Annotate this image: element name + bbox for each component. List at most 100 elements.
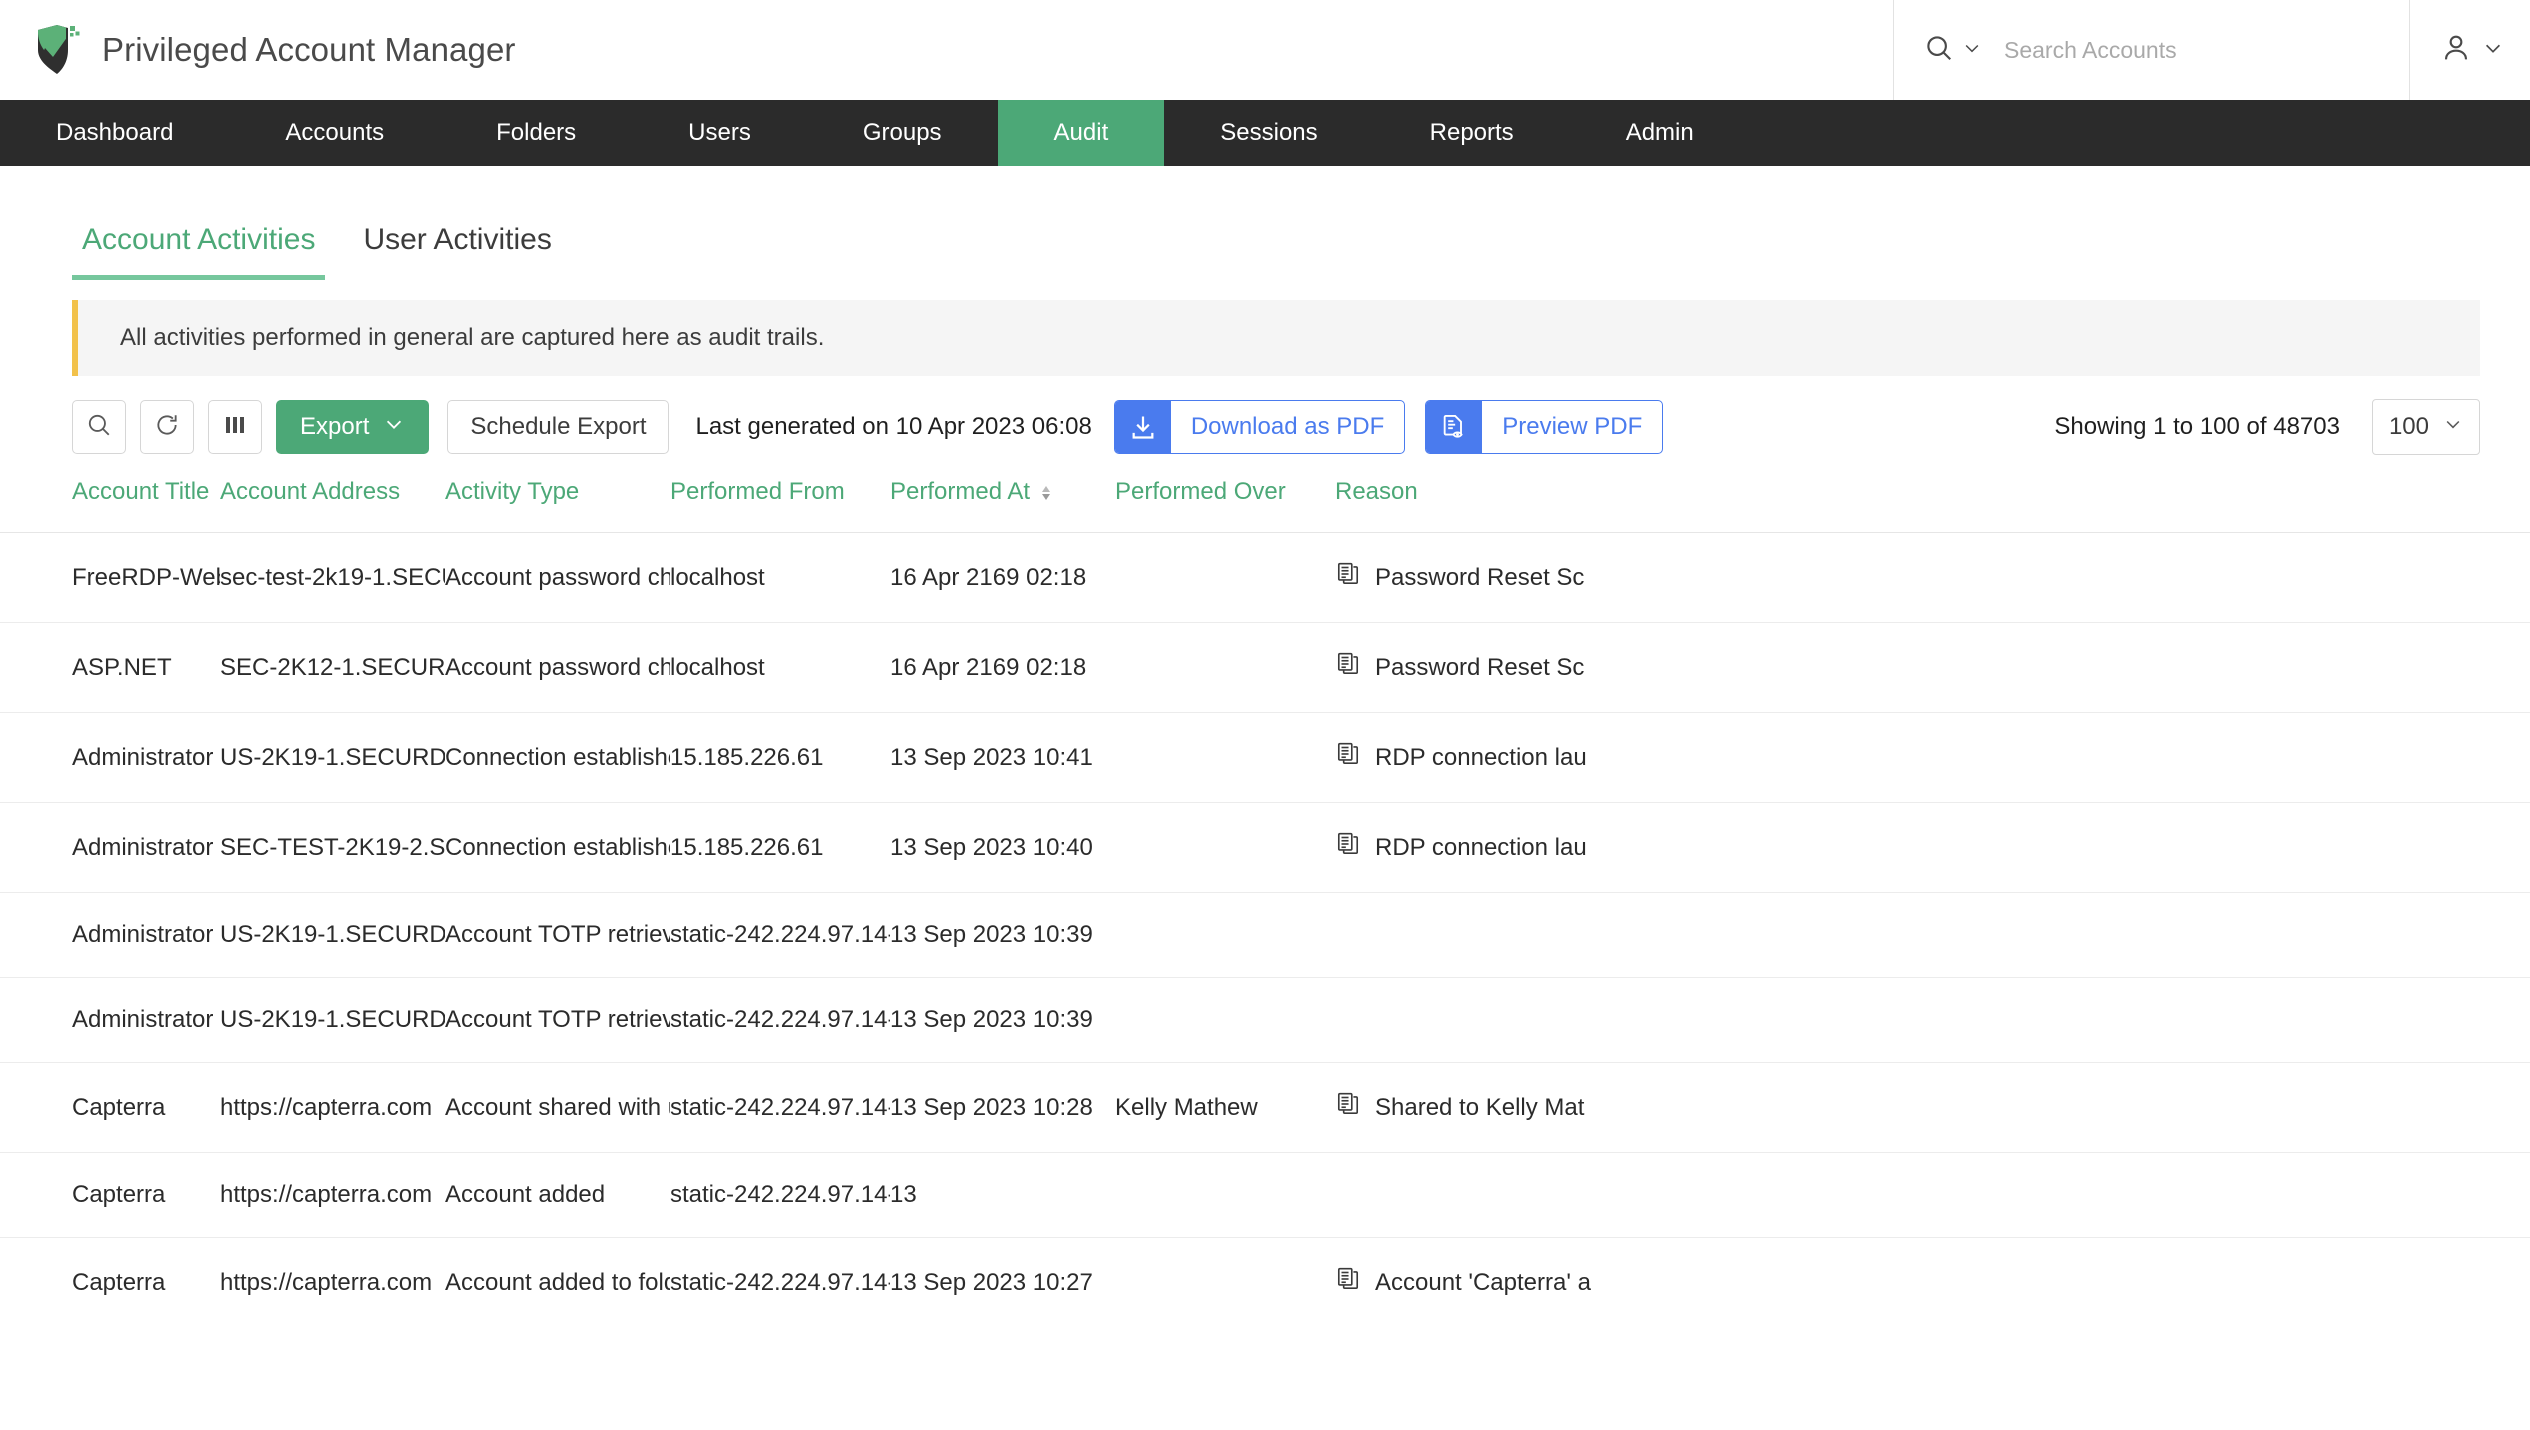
- audit-table-container: Account Title Account Address Activity Typ…: [0, 452, 2530, 1327]
- column-header-performed-from[interactable]: Performed From: [670, 478, 890, 533]
- cell-reason: [1335, 1152, 2530, 1238]
- column-header-activity-type[interactable]: Activity Type: [445, 478, 670, 533]
- search-scope-selector[interactable]: [1924, 33, 1982, 68]
- copy-icon[interactable]: [1335, 651, 1361, 684]
- cell-performed-from: localhost: [670, 532, 890, 623]
- cell-account-title: Administrator: [0, 712, 220, 803]
- nav-item-sessions[interactable]: Sessions: [1164, 100, 1373, 166]
- reason-cell: Shared to Kelly Mat: [1335, 1091, 2518, 1124]
- copy-icon[interactable]: [1335, 1266, 1361, 1299]
- copy-icon[interactable]: [1335, 741, 1361, 774]
- reason-text: Account 'Capterra' a: [1375, 1268, 1591, 1296]
- cell-account-title: Administrator: [0, 802, 220, 893]
- cell-performed-at: 13 Sep 2023 10:27: [890, 1237, 1115, 1327]
- search-zone: [1893, 0, 2409, 100]
- cell-performed-from: 15.185.226.61: [670, 802, 890, 893]
- copy-icon[interactable]: [1335, 831, 1361, 864]
- nav-item-admin[interactable]: Admin: [1570, 100, 1750, 166]
- user-menu[interactable]: [2409, 0, 2530, 100]
- chevron-down-icon: [2443, 413, 2463, 441]
- export-button[interactable]: Export: [276, 400, 430, 454]
- reason-cell: Password Reset Sc: [1335, 561, 2518, 594]
- column-header-performed-at[interactable]: Performed At: [890, 478, 1115, 533]
- refresh-button[interactable]: [140, 400, 194, 454]
- table-toolbar: Export Schedule Export Last generated on…: [0, 376, 2530, 455]
- column-header-label: Performed From: [670, 478, 845, 505]
- table-row[interactable]: Capterra https://capterra.com Account adde…: [0, 1237, 2530, 1327]
- info-banner-text: All activities performed in general are …: [120, 324, 825, 351]
- cell-account-address: SEC-TEST-2K19-2.SECURDE...: [220, 802, 445, 893]
- nav-item-dashboard[interactable]: Dashboard: [0, 100, 229, 166]
- reason-text: Password Reset Sc: [1375, 563, 1585, 591]
- cell-performed-over: Kelly Mathew: [1115, 1062, 1335, 1153]
- table-row[interactable]: ASP.NETSEC-2K12-1.SECURDEN.AWS...Account…: [0, 622, 2530, 713]
- nav-item-groups[interactable]: Groups: [807, 100, 998, 166]
- nav-item-reports[interactable]: Reports: [1374, 100, 1570, 166]
- copy-icon[interactable]: [1335, 561, 1361, 594]
- cell-account-address: US-2K19-1.SECURDEN.AWS....: [220, 712, 445, 803]
- cell-performed-from: static-242.224.97.14-tataidc....: [670, 892, 890, 978]
- page-size-select[interactable]: 100: [2371, 399, 2480, 455]
- cell-account-title: ASP.NET: [0, 622, 220, 713]
- column-header-reason[interactable]: Reason: [1335, 478, 2530, 533]
- cell-performed-from: static-242.224.97.14-tataidc....: [670, 1062, 890, 1153]
- cell-activity-type: Connection established: [445, 802, 670, 893]
- cell-activity-type: Account password change fa...: [445, 532, 670, 623]
- cell-performed-at: 13 Sep 2023 10:41: [890, 712, 1115, 803]
- audit-table: Account Title Account Address Activity Typ…: [0, 478, 2530, 1327]
- column-header-label: Account Title: [72, 478, 210, 505]
- cell-account-address: US-2K19-1.SECURDEN.AWS....: [220, 892, 445, 978]
- reason-text: RDP connection lau: [1375, 833, 1587, 861]
- info-banner: All activities performed in general are …: [72, 300, 2480, 376]
- table-row[interactable]: AdministratorSEC-TEST-2K19-2.SECURDE...C…: [0, 802, 2530, 893]
- cell-account-title: Capterra: [0, 1152, 220, 1238]
- cell-activity-type: Account added to folder: [445, 1237, 670, 1327]
- cell-performed-at: 13 Sep 2023 10:40: [890, 802, 1115, 893]
- main-navigation: Dashboard Accounts Folders Users Groups Audit…: [0, 100, 2530, 166]
- cell-account-address: sec-test-2k19-1.SECURDEN....: [220, 532, 445, 623]
- refresh-icon: [154, 412, 180, 443]
- cell-performed-over: [1115, 1152, 1335, 1238]
- download-as-pdf-button[interactable]: Download as PDF: [1113, 400, 1406, 454]
- column-header-label: Activity Type: [445, 478, 580, 505]
- reason-text: RDP connection lau: [1375, 743, 1587, 771]
- table-row[interactable]: AdministratorUS-2K19-1.SECURDEN.AWS....A…: [0, 892, 2530, 978]
- reason-text: Password Reset Sc: [1375, 653, 1585, 681]
- cell-account-title: Capterra: [0, 1237, 220, 1327]
- column-header-label: Performed At: [890, 478, 1031, 505]
- preview-pdf-button[interactable]: Preview PDF: [1425, 400, 1664, 454]
- reason-cell: RDP connection lau: [1335, 741, 2518, 774]
- table-row[interactable]: AdministratorUS-2K19-1.SECURDEN.AWS....A…: [0, 977, 2530, 1063]
- tab-user-activities[interactable]: User Activities: [353, 223, 561, 280]
- nav-item-accounts[interactable]: Accounts: [229, 100, 440, 166]
- download-as-pdf-label: Download as PDF: [1190, 413, 1385, 440]
- copy-icon[interactable]: [1335, 1091, 1361, 1124]
- columns-button[interactable]: [208, 400, 262, 454]
- sort-arrows-icon[interactable]: [1030, 478, 1054, 505]
- table-row[interactable]: AdministratorUS-2K19-1.SECURDEN.AWS....C…: [0, 712, 2530, 803]
- cell-activity-type: Connection established: [445, 712, 670, 803]
- table-row[interactable]: Capterra https://capterra.com Account adde…: [0, 1152, 2530, 1238]
- cell-performed-at: 13: [890, 1152, 1115, 1238]
- table-row[interactable]: Capterra https://capterra.com Account shar…: [0, 1062, 2530, 1153]
- nav-item-users[interactable]: Users: [632, 100, 807, 166]
- column-header-performed-over[interactable]: Performed Over: [1115, 478, 1335, 533]
- cell-performed-from: static-242.224.97.14-tataidc....: [670, 1237, 890, 1327]
- column-header-account-title[interactable]: Account Title: [0, 478, 220, 533]
- search-input[interactable]: [2004, 36, 2384, 64]
- table-row[interactable]: FreeRDP-WebConnectsec-test-2k19-1.SECURD…: [0, 532, 2530, 623]
- export-button-label: Export: [300, 413, 370, 440]
- search-icon: [1924, 33, 1954, 68]
- nav-item-audit[interactable]: Audit: [997, 100, 1165, 166]
- tab-account-activities[interactable]: Account Activities: [72, 223, 326, 280]
- schedule-export-button[interactable]: Schedule Export: [447, 400, 670, 454]
- cell-activity-type: Account added: [445, 1152, 670, 1238]
- reason-cell: RDP connection lau: [1335, 831, 2518, 864]
- nav-item-folders[interactable]: Folders: [440, 100, 632, 166]
- app-title: Privileged Account Manager: [102, 31, 516, 68]
- search-button[interactable]: [72, 400, 126, 454]
- cell-performed-over: [1115, 802, 1335, 893]
- column-header-account-address[interactable]: Account Address: [220, 478, 445, 533]
- cell-performed-at: 13 Sep 2023 10:39: [890, 977, 1115, 1063]
- cell-activity-type: Account shared with user: [445, 1062, 670, 1153]
